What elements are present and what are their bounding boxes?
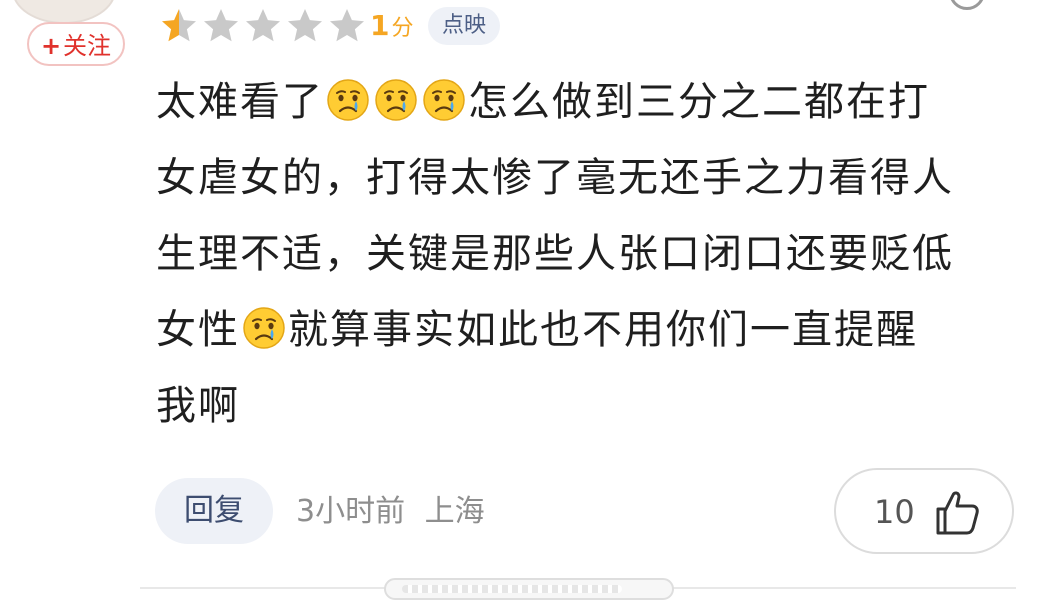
review-content-line: 女性 就算事实如此也不用你们一直提醒 — [156, 302, 1036, 358]
star-icon — [162, 9, 196, 42]
review-content-line: 生理不适，关键是那些人张口闭口还要贬低 — [156, 226, 1036, 282]
horizontal-scrollbar[interactable] — [384, 578, 674, 600]
rating-score-unit: 分 — [391, 16, 414, 41]
reply-button[interactable]: 回复 — [155, 478, 273, 544]
review-text: 太难看了 — [156, 79, 324, 125]
star-icon — [330, 9, 364, 42]
review-location: 上海 — [424, 494, 485, 529]
scrollbar-thumb[interactable] — [402, 585, 622, 593]
review-text: 我啊 — [156, 383, 240, 429]
review-content: 太难看了 怎么做到三分之二都在打女虐女的，打得太惨了毫无还手之力看得人 生理不适，关… — [156, 74, 1036, 454]
review-text: 怎么做到三分之二都在打 — [468, 79, 930, 125]
review-meta: 3小时前 上海 — [296, 490, 485, 534]
review-text: 就算事实如此也不用你们一直提醒 — [288, 307, 918, 353]
star-icon — [246, 9, 280, 42]
review-content-line: 太难看了 怎么做到三分之二都在打 — [156, 74, 1036, 130]
review-time: 3小时前 — [296, 494, 406, 529]
follow-button[interactable]: +关注 — [27, 22, 125, 66]
more-options-icon[interactable] — [949, 0, 985, 10]
rating-score-value: 1 — [370, 9, 390, 42]
crying-face-emoji-icon — [243, 307, 285, 349]
rating-score: 1分 — [370, 8, 414, 47]
review-text: 女虐女的，打得太惨了毫无还手之力看得人 — [156, 155, 954, 201]
review-text: 女性 — [156, 307, 240, 353]
crying-face-emoji-icon — [423, 79, 465, 121]
thumbs-up-icon — [936, 491, 979, 535]
rating-stars — [160, 6, 370, 46]
review-content-line: 女虐女的，打得太惨了毫无还手之力看得人 — [156, 150, 1036, 206]
crying-face-emoji-icon — [327, 79, 369, 121]
review-content-line: 我啊 — [156, 378, 1036, 434]
star-icon — [288, 9, 322, 42]
source-badge: 点映 — [428, 7, 501, 45]
like-button[interactable]: 10 — [834, 468, 1014, 554]
like-count: 10 — [874, 493, 915, 531]
crying-face-emoji-icon — [375, 79, 417, 121]
review-text: 生理不适，关键是那些人张口闭口还要贬低 — [156, 231, 954, 277]
plus-icon: + — [40, 32, 62, 60]
star-icon — [204, 9, 238, 42]
follow-label: 关注 — [63, 32, 112, 60]
user-avatar[interactable] — [12, 0, 116, 24]
